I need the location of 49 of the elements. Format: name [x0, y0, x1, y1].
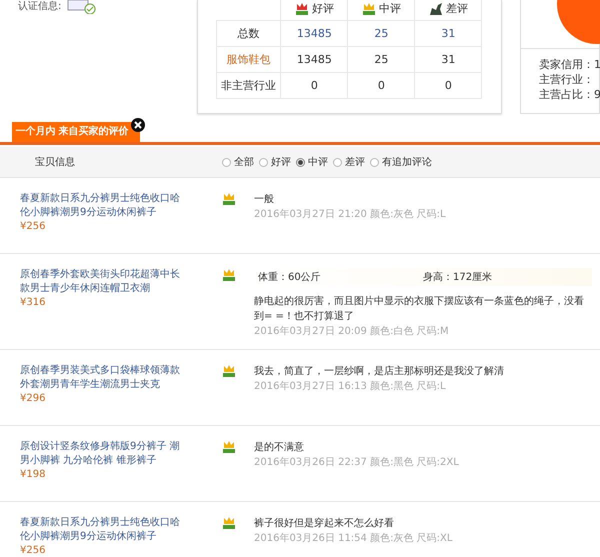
body-stat: 身高：172厘米 [423, 270, 494, 284]
review-meta: 2016年03月26日 22:37 颜色:黑色 尺码:2XL [254, 456, 460, 470]
certification-label: 认证信息: [18, 0, 62, 14]
filter-radio[interactable]: 全部 [222, 155, 254, 169]
seller-info: 卖家信用：1 [539, 57, 599, 72]
table-cell: 0 [348, 72, 415, 98]
seller-info: 主营占比：9 [539, 87, 599, 102]
table-cell: 13485 [280, 46, 348, 72]
seller-info: 主营行业： [539, 72, 595, 87]
product-link[interactable]: 春夏新款日系九分裤男士纯色收口哈伦小脚裤潮男9分运动休闲裤子 [20, 516, 185, 544]
row-label: 总数 [216, 20, 281, 46]
table-cell: 25 [348, 20, 415, 46]
filter-radio[interactable]: 差评 [333, 155, 365, 169]
table-cell: 25 [348, 46, 415, 72]
review-meta: 2016年03月27日 21:20 颜色:灰色 尺码:L [254, 208, 447, 222]
product-link[interactable]: 原创春季男装美式多口袋棒球领薄款外套潮男青年学生潮流男士夹克 [20, 364, 185, 392]
price: ¥316 [20, 296, 46, 310]
filter-radio[interactable]: 好评 [259, 155, 291, 169]
body-stat: 体重：60公斤 [258, 270, 322, 284]
table-cell: 13485 [280, 20, 348, 46]
price: ¥198 [20, 468, 46, 482]
review-comment: 静电起的很厉害，而且图片中显示的衣服下摆应该有一条蓝色的绳子，没看到= =！也不打算退了 [254, 294, 585, 324]
row-label: 服饰鞋包 [216, 46, 281, 72]
filter-radio[interactable]: 中评 [296, 155, 328, 169]
review-meta: 2016年03月27日 16:13 颜色:黑色 尺码:L [254, 380, 447, 394]
table-cell: 31 [414, 46, 482, 72]
price: ¥256 [20, 220, 46, 234]
review-meta: 2016年03月26日 11:54 颜色:灰色 尺码:XL [254, 532, 454, 546]
price: ¥296 [20, 392, 46, 406]
product-link[interactable]: 原创设计竖条纹修身韩版9分裤子 潮男小脚裤 九分哈伦裤 锥形裤子 [20, 440, 185, 468]
table-cell: 0 [414, 72, 482, 98]
review-comment: 一般 [254, 193, 275, 207]
review-comment: 裤子很好但是穿起来不怎么好看 [254, 516, 395, 531]
close-icon[interactable] [131, 118, 145, 132]
review-comment: 是的不满意 [254, 440, 305, 455]
review-comment: 我去，简直了，一层纱啊，是店主那标明还是我没了解清 [254, 364, 505, 379]
pie-drawing [557, 0, 600, 44]
product-link[interactable]: 春夏新款日系九分裤男士纯色收口哈伦小脚裤潮男9分运动休闲裤子 [20, 192, 185, 220]
table-header: 差评 [414, 0, 482, 20]
table-header: 中评 [348, 0, 415, 20]
product-link[interactable]: 原创春季外套欧美街头印花超薄中长款男士青少年休闲连帽卫衣潮 [20, 268, 185, 296]
table-header: 好评 [280, 0, 348, 20]
review-meta: 2016年03月27日 20:09 颜色:白色 尺码:M [254, 324, 450, 339]
filter-radio[interactable]: 有追加评论 [370, 155, 432, 169]
table-cell: 0 [280, 72, 348, 98]
row-label: 非主营行业 [216, 72, 281, 98]
column-header: 宝贝信息 [34, 156, 76, 169]
table-cell: 31 [414, 20, 482, 46]
price: ¥256 [20, 544, 46, 557]
